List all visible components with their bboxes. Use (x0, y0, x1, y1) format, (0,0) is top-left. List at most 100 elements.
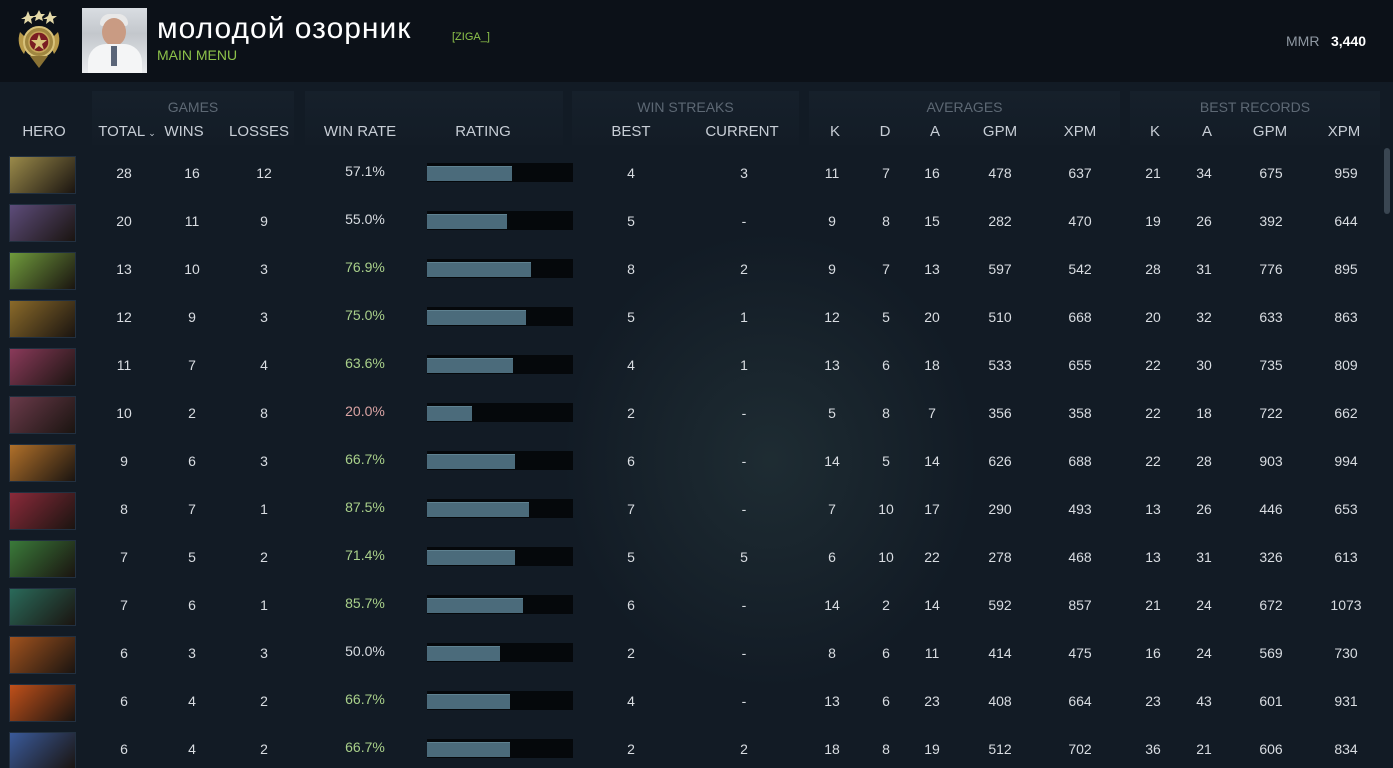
hero-portrait[interactable] (9, 300, 76, 338)
col-header-total[interactable]: TOTAL ⌄ (92, 123, 162, 140)
main-menu-link[interactable]: MAIN MENU (157, 47, 237, 63)
hero-portrait[interactable] (9, 348, 76, 386)
col-header-rating[interactable]: RATING (443, 123, 523, 140)
cell-bxpm: 1073 (1330, 597, 1362, 613)
table-row[interactable]: 20 11 9 55.0% 5 - 9 8 15 282 470 19 26 392 644 (0, 198, 1393, 246)
cell-bk: 22 (1145, 357, 1161, 373)
cell-xpm: 468 (1068, 549, 1092, 565)
mmr-label: MMR (1286, 33, 1320, 49)
cell-total: 6 (120, 645, 128, 661)
cell-bk: 13 (1145, 501, 1161, 517)
cell-ba: 24 (1196, 645, 1212, 661)
hero-portrait[interactable] (9, 204, 76, 242)
rating-bar-fill (427, 742, 510, 757)
hero-portrait[interactable] (9, 444, 76, 482)
cell-losses: 3 (260, 309, 268, 325)
col-header-avg-d[interactable]: D (870, 123, 900, 140)
col-header-hero[interactable]: HERO (14, 123, 74, 140)
col-header-wins[interactable]: WINS (160, 123, 208, 140)
averages-group-title: AVERAGES (926, 99, 1003, 115)
cell-gpm: 512 (988, 741, 1012, 757)
cell-xpm: 542 (1068, 261, 1092, 277)
cell-total: 9 (120, 453, 128, 469)
player-team-tag: [ZIGA_] (452, 31, 490, 43)
cell-xpm: 493 (1068, 501, 1092, 517)
cell-best: 7 (627, 501, 635, 517)
hero-portrait[interactable] (9, 252, 76, 290)
table-row[interactable]: 6 3 3 50.0% 2 - 8 6 11 414 475 16 24 569 730 (0, 630, 1393, 678)
cell-wins: 6 (188, 597, 196, 613)
hero-portrait[interactable] (9, 492, 76, 530)
cell-a: 15 (924, 213, 940, 229)
cell-bgpm: 672 (1259, 597, 1283, 613)
col-header-best-streak[interactable]: BEST (596, 123, 666, 140)
cell-best: 4 (627, 693, 635, 709)
col-header-best-gpm[interactable]: GPM (1245, 123, 1295, 140)
hero-portrait[interactable] (9, 540, 76, 578)
rank-medal-icon (18, 10, 60, 68)
cell-bgpm: 735 (1259, 357, 1283, 373)
cell-xpm: 702 (1068, 741, 1092, 757)
cell-current: - (741, 501, 747, 517)
table-row[interactable]: 10 2 8 20.0% 2 - 5 8 7 356 358 22 18 722 662 (0, 390, 1393, 438)
rating-bar (427, 643, 573, 662)
cell-total: 11 (116, 357, 132, 373)
rating-bar (427, 211, 573, 230)
table-row[interactable]: 12 9 3 75.0% 5 1 12 5 20 510 668 20 32 633 863 (0, 294, 1393, 342)
col-header-avg-a[interactable]: A (920, 123, 950, 140)
hero-portrait[interactable] (9, 636, 76, 674)
rating-bar-fill (427, 646, 500, 661)
table-scrollbar[interactable] (1384, 148, 1390, 214)
table-row[interactable]: 7 5 2 71.4% 5 5 6 10 22 278 468 13 31 326 613 (0, 534, 1393, 582)
col-header-current-streak[interactable]: CURRENT (700, 123, 784, 140)
cell-k: 9 (828, 261, 836, 277)
cell-current: - (741, 645, 747, 661)
mmr-value: 3,440 (1331, 33, 1367, 49)
rating-bar (427, 739, 573, 758)
cell-best: 6 (627, 453, 635, 469)
cell-current: 1 (740, 309, 748, 325)
cell-d: 5 (882, 309, 890, 325)
player-avatar[interactable] (82, 8, 147, 73)
cell-gpm: 290 (988, 501, 1012, 517)
cell-losses: 2 (260, 741, 268, 757)
cell-a: 11 (924, 645, 940, 661)
cell-xpm: 664 (1068, 693, 1092, 709)
col-header-best-xpm[interactable]: XPM (1319, 123, 1369, 140)
cell-bk: 28 (1145, 261, 1161, 277)
cell-d: 8 (882, 405, 890, 421)
col-header-losses[interactable]: LOSSES (226, 123, 292, 140)
cell-bxpm: 653 (1334, 501, 1358, 517)
table-row[interactable]: 28 16 12 57.1% 4 3 11 7 16 478 637 21 34 675 959 (0, 150, 1393, 198)
cell-wins: 6 (188, 453, 196, 469)
col-header-best-a[interactable]: A (1192, 123, 1222, 140)
col-header-avg-xpm[interactable]: XPM (1055, 123, 1105, 140)
col-header-best-k[interactable]: K (1140, 123, 1170, 140)
hero-portrait[interactable] (9, 156, 76, 194)
cell-d: 7 (882, 261, 890, 277)
cell-xpm: 668 (1068, 309, 1092, 325)
col-header-avg-k[interactable]: K (820, 123, 850, 140)
cell-k: 18 (824, 741, 840, 757)
table-row[interactable]: 6 4 2 66.7% 4 - 13 6 23 408 664 23 43 601 931 (0, 678, 1393, 726)
cell-ba: 28 (1196, 453, 1212, 469)
hero-portrait[interactable] (9, 684, 76, 722)
cell-losses: 12 (256, 165, 272, 181)
cell-bgpm: 326 (1259, 549, 1283, 565)
rating-bar (427, 307, 573, 326)
table-row[interactable]: 7 6 1 85.7% 6 - 14 2 14 592 857 21 24 672 1073 (0, 582, 1393, 630)
table-row[interactable]: 8 7 1 87.5% 7 - 7 10 17 290 493 13 26 446 653 (0, 486, 1393, 534)
table-row[interactable]: 13 10 3 76.9% 8 2 9 7 13 597 542 28 31 776 895 (0, 246, 1393, 294)
col-header-win-rate[interactable]: WIN RATE (320, 123, 400, 140)
table-row[interactable]: 6 4 2 66.7% 2 2 18 8 19 512 702 36 21 606 834 (0, 726, 1393, 768)
hero-portrait[interactable] (9, 588, 76, 626)
col-header-avg-gpm[interactable]: GPM (975, 123, 1025, 140)
table-row[interactable]: 9 6 3 66.7% 6 - 14 5 14 626 688 22 28 903 994 (0, 438, 1393, 486)
table-row[interactable]: 11 7 4 63.6% 4 1 13 6 18 533 655 22 30 735 809 (0, 342, 1393, 390)
cell-d: 7 (882, 165, 890, 181)
hero-portrait[interactable] (9, 732, 76, 768)
cell-a: 13 (924, 261, 940, 277)
hero-portrait[interactable] (9, 396, 76, 434)
rating-bar (427, 595, 573, 614)
cell-xpm: 655 (1068, 357, 1092, 373)
